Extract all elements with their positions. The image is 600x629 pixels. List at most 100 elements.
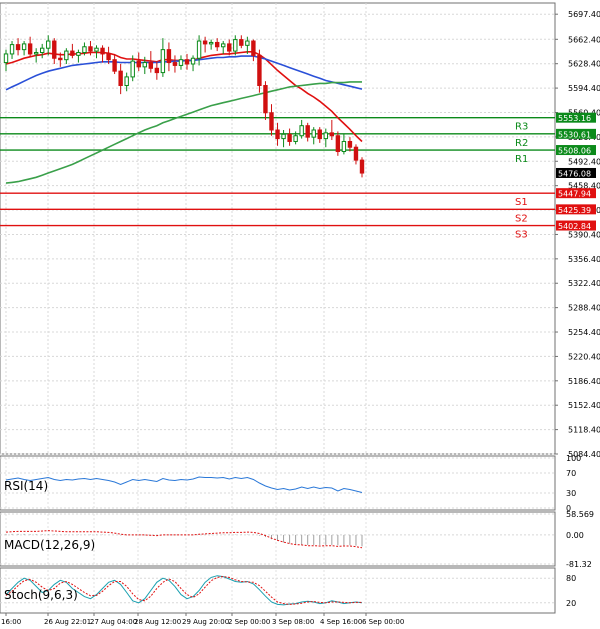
indicator-tick-label: 20 [566, 599, 576, 608]
price-tick-label: 5662.40 [568, 35, 600, 44]
candle-body [269, 112, 274, 131]
time-tick-label: 6 Sep 00:00 [362, 618, 404, 626]
candle-body [82, 46, 87, 54]
level-price-label-r2: 5530.61 [558, 130, 591, 139]
candle-body [124, 76, 129, 87]
candle-body [100, 47, 105, 55]
candle-body [293, 135, 298, 142]
stoch-pane: 80 20 Stoch(9,6,3) [0, 567, 576, 614]
candle-body [21, 43, 27, 51]
candle-body [311, 129, 316, 138]
candle-body [40, 47, 45, 54]
time-tick-label: 28 Aug 12:00 [134, 618, 181, 626]
candle-body [184, 59, 190, 65]
price-tick-label: 5492.40 [568, 157, 600, 166]
current-price-label: 5476.08 [558, 169, 591, 178]
price-tick-label: 5697.40 [568, 10, 600, 19]
candle-body [64, 50, 69, 61]
level-price-label-s2: 5425.39 [558, 206, 591, 215]
candle-body [118, 70, 123, 87]
candle-body [112, 59, 117, 72]
candle-body [33, 52, 39, 55]
time-tick-label: 26 Aug 22:01 [44, 618, 91, 626]
candle-body [214, 41, 220, 48]
candle-body [239, 39, 244, 46]
candle-body [287, 133, 292, 142]
candle-body [76, 52, 81, 56]
price-tick-label: 5356.40 [568, 255, 600, 264]
candle-body [178, 59, 184, 66]
candle-body [335, 135, 341, 153]
candle-body [27, 43, 33, 55]
candle-body [166, 49, 172, 64]
candle-body [329, 132, 335, 137]
candle-body [46, 40, 51, 49]
stoch-label: Stoch(9,6,3) [4, 588, 78, 602]
level-price-label-r1: 5508.06 [558, 147, 591, 156]
stoch-pane-frame [0, 567, 556, 614]
indicator-tick-label: 58.569 [566, 510, 594, 519]
time-tick-label: 16:00 [1, 618, 21, 626]
candle-body [106, 53, 111, 61]
candle-body [299, 125, 304, 137]
price-tick-label: 5254.40 [568, 328, 600, 337]
candle-body [257, 54, 262, 87]
candle-body [347, 140, 353, 148]
indicator-tick-label: 80 [566, 574, 576, 583]
price-tick-label: 5152.40 [568, 401, 600, 410]
candle-body [52, 40, 57, 59]
candle-body [94, 47, 99, 52]
candle-body [130, 60, 135, 78]
price-tick-label: 5628.40 [568, 60, 600, 69]
candle-body [142, 62, 147, 68]
price-tick-label: 5220.40 [568, 352, 600, 361]
rsi-pane: 10070300 RSI(14) [0, 454, 581, 513]
candle-body [221, 43, 226, 48]
candle-body [3, 53, 9, 64]
candle-body [196, 40, 202, 59]
candle-body [190, 57, 196, 65]
candle-body [70, 50, 75, 56]
time-tick-label: 2 Sep 00:00 [228, 618, 270, 626]
level-name-s1: S1 [515, 197, 528, 208]
candle-body [245, 40, 250, 46]
candle-body [160, 49, 166, 74]
candle-body [281, 133, 286, 140]
candle-body [263, 85, 268, 114]
chart-canvas: 5697.405662.405628.405594.405560.405526.… [0, 0, 600, 629]
price-pane: 5697.405662.405628.405594.405560.405526.… [0, 2, 600, 459]
candle-body [9, 44, 15, 55]
candle-body [251, 40, 256, 56]
candle-body [88, 46, 93, 52]
candle-body [227, 43, 232, 52]
current-price-marker: 5476.08 [556, 167, 596, 178]
time-tick-label: 4 Sep 16:00 [320, 618, 362, 626]
candle-body [58, 57, 63, 61]
candle-body [275, 129, 280, 140]
time-tick-label: 27 Aug 04:00 [90, 618, 137, 626]
candle-body [154, 67, 160, 74]
level-name-r2: R2 [515, 138, 528, 149]
price-tick-label: 5186.40 [568, 377, 600, 386]
level-price-label-s1: 5447.94 [558, 190, 591, 199]
macd-label: MACD(12,26,9) [4, 538, 95, 552]
candle-body [341, 140, 347, 153]
level-name-r3: R3 [515, 122, 528, 133]
time-tick-label: 29 Aug 20:00 [182, 618, 229, 626]
candle-body [136, 60, 141, 68]
candle-body [208, 41, 214, 45]
price-tick-label: 5118.40 [568, 426, 600, 435]
level-price-label-r3: 5553.16 [558, 114, 591, 123]
candle-body [359, 159, 365, 174]
indicator-tick-label: -81.32 [566, 560, 592, 569]
candle-body [202, 40, 208, 45]
price-tick-label: 5390.40 [568, 230, 600, 239]
candle-body [317, 129, 322, 140]
indicator-tick-label: 100 [566, 454, 581, 463]
candle-body [233, 39, 238, 52]
level-name-s3: S3 [515, 230, 528, 241]
indicator-tick-label: 0.00 [566, 531, 584, 540]
macd-pane: 58.569 0.00 -81.32 MACD(12,26,9) [0, 510, 594, 569]
candle-body [15, 44, 21, 51]
indicator-tick-label: 30 [566, 489, 576, 498]
